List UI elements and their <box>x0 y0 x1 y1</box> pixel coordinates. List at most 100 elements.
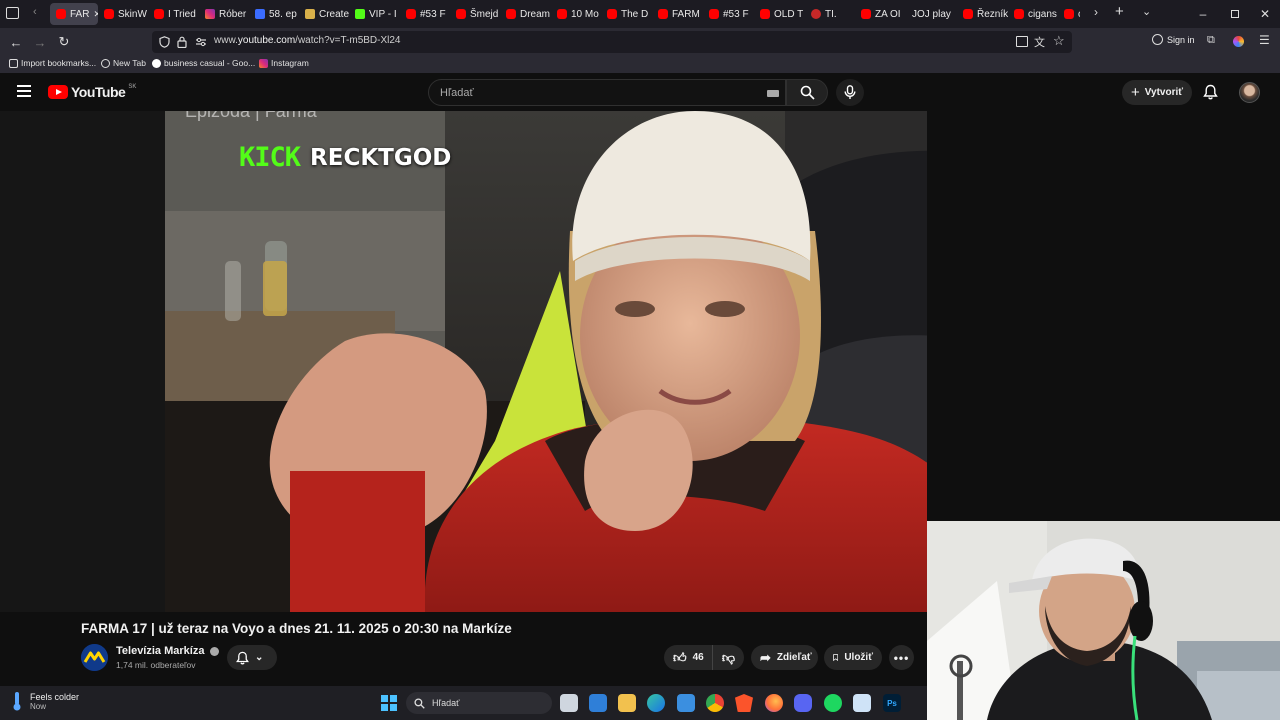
browser-tab[interactable]: OLD T <box>754 3 805 25</box>
file-explorer-icon[interactable] <box>618 694 636 712</box>
browser-tab[interactable]: ZA OI <box>855 3 906 25</box>
back-icon[interactable]: ← <box>6 32 26 52</box>
minimize-icon[interactable]: – <box>1186 0 1220 28</box>
chrome-icon[interactable] <box>706 694 724 712</box>
spotify-icon[interactable] <box>824 694 842 712</box>
browser-tab[interactable]: Róber <box>199 3 249 25</box>
extensions-icon[interactable]: ⧉ <box>1207 34 1215 47</box>
thumbs-up-icon: 👍︎ <box>673 649 687 665</box>
taskbar-search[interactable]: Hľadať <box>406 692 552 714</box>
shield-icon[interactable] <box>159 36 170 48</box>
youtube-icon <box>607 9 617 19</box>
keyboard-icon[interactable] <box>767 90 779 97</box>
close-window-icon[interactable]: ✕ <box>1248 0 1280 28</box>
microsoft-store-icon[interactable] <box>589 694 607 712</box>
browser-tab[interactable]: SkinW <box>98 3 148 25</box>
browser-tab[interactable]: co <box>1058 3 1080 25</box>
bookmark-new-tab[interactable]: New Tab <box>101 58 146 68</box>
like-button[interactable]: 👍︎ 46 <box>664 645 712 670</box>
firefox-icon[interactable] <box>765 694 783 712</box>
reload-icon[interactable]: ↻ <box>54 32 74 52</box>
weather-widget[interactable]: Feels colder Now <box>12 691 79 711</box>
discord-icon[interactable] <box>794 694 812 712</box>
brave-icon[interactable] <box>735 694 753 712</box>
url-text[interactable]: www.youtube.com/watch?v=T-m5BD-Xl24 <box>214 35 401 46</box>
tab-label: #53 F <box>723 8 749 20</box>
new-tab-icon[interactable]: + <box>1115 3 1124 20</box>
tab-label: The D <box>621 8 649 20</box>
dislike-button[interactable]: 👎︎ <box>712 645 744 670</box>
bookmark-instagram[interactable]: Instagram <box>259 58 309 68</box>
browser-tab[interactable]: FARM <box>652 3 703 25</box>
tab-label: TI. <box>825 8 837 20</box>
tab-scroll-left-icon[interactable]: ‹ <box>33 6 37 18</box>
youtube-icon <box>406 9 416 19</box>
video-player[interactable]: Epizóda | Farma KICK RECKTGOD <box>0 111 927 612</box>
browser-tab[interactable]: I Tried <box>148 3 199 25</box>
forward-icon[interactable]: → <box>30 32 50 52</box>
browser-tab[interactable]: Řezník <box>957 3 1008 25</box>
browser-tab[interactable]: 10 Mo <box>551 3 601 25</box>
translate-icon[interactable]: 文 <box>1034 34 1045 50</box>
channel-name[interactable]: Televízia Markíza <box>116 645 219 657</box>
search-input[interactable]: Hľadať <box>428 79 786 106</box>
browser-tab[interactable]: #53 F <box>400 3 450 25</box>
restore-icon[interactable] <box>1218 0 1252 28</box>
address-bar[interactable]: www.youtube.com/watch?v=T-m5BD-Xl24 文 ☆ <box>152 31 1072 53</box>
browser-tab[interactable]: #53 F <box>703 3 754 25</box>
lock-icon[interactable] <box>177 36 187 48</box>
browser-tab[interactable]: 58. ep <box>249 3 299 25</box>
youtube-icon <box>557 9 567 19</box>
account-button[interactable]: Sign in <box>1152 34 1195 45</box>
notifications-toggle-button[interactable]: ⌄ <box>227 645 277 670</box>
tab-label: JOJ play <box>912 8 951 20</box>
tab-label: Dream <box>520 8 551 20</box>
browser-tab[interactable]: VIP - I <box>349 3 400 25</box>
user-avatar[interactable] <box>1239 82 1260 103</box>
browser-tab[interactable]: Šmejd <box>450 3 500 25</box>
tab-label: ZA OI <box>875 8 901 20</box>
photos-icon[interactable] <box>677 694 695 712</box>
kick-icon <box>355 9 365 19</box>
guide-menu-icon[interactable] <box>17 85 31 97</box>
youtube-logo[interactable]: YouTube SK <box>48 84 136 100</box>
tab-overview-icon[interactable] <box>6 7 19 19</box>
windows-start-icon[interactable] <box>381 695 397 711</box>
record-icon <box>811 9 821 19</box>
browser-tab[interactable]: cigans <box>1008 3 1058 25</box>
save-button[interactable]: Uložiť <box>824 645 882 670</box>
search-button[interactable] <box>786 79 828 106</box>
account-icon <box>1152 34 1163 45</box>
voice-search-button[interactable] <box>836 79 864 106</box>
browser-tab[interactable]: JOJ play <box>906 3 957 25</box>
channel-avatar[interactable] <box>81 644 108 671</box>
browser-tab[interactable]: FAR ✕ <box>50 3 98 25</box>
tab-list-chevron-icon[interactable]: ⌄ <box>1142 5 1151 18</box>
edge-icon[interactable] <box>647 694 665 712</box>
browser-tab[interactable]: Dream <box>500 3 551 25</box>
notepad-icon[interactable] <box>853 694 871 712</box>
share-button[interactable]: ➦ Zdieľať <box>751 645 818 670</box>
bookmark-star-icon[interactable]: ☆ <box>1053 33 1065 49</box>
task-view-icon[interactable] <box>560 694 578 712</box>
color-extension-icon[interactable] <box>1233 36 1244 47</box>
youtube-icon <box>104 9 114 19</box>
more-actions-button[interactable]: ••• <box>889 645 914 670</box>
create-button[interactable]: + Vytvoriť <box>1122 80 1192 105</box>
tab-scroll-right-icon[interactable]: › <box>1094 5 1098 19</box>
video-frame[interactable]: Epizóda | Farma KICK RECKTGOD <box>165 111 927 612</box>
reader-view-icon[interactable] <box>1016 36 1028 47</box>
bookmark-import[interactable]: Import bookmarks... <box>9 58 96 68</box>
youtube-icon <box>861 9 871 19</box>
plus-icon: + <box>1130 84 1140 101</box>
notifications-bell-icon[interactable] <box>1203 84 1218 100</box>
menu-icon[interactable]: ☰ <box>1259 33 1270 47</box>
browser-tab[interactable]: TI. <box>805 3 855 25</box>
bookmark-google[interactable]: business casual - Goo... <box>152 58 255 68</box>
youtube-header: YouTube SK Hľadať + Vytvoriť <box>0 73 1280 111</box>
browser-tab[interactable]: Create <box>299 3 349 25</box>
photoshop-icon[interactable]: Ps <box>883 694 901 712</box>
browser-tab[interactable]: The D <box>601 3 652 25</box>
tab-label: FARM <box>672 8 700 20</box>
permissions-icon[interactable] <box>195 37 207 47</box>
